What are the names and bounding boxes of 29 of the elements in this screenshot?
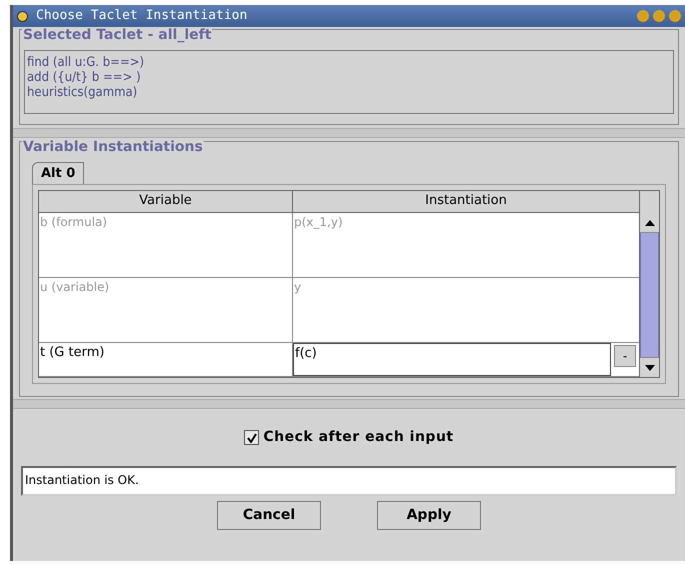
scrollbar[interactable]	[639, 191, 659, 377]
window-menu-icon[interactable]	[17, 10, 28, 22]
status-field: Instantiation is OK.	[21, 466, 677, 496]
input-field[interactable]: f(c)	[293, 343, 611, 376]
close-icon[interactable]	[669, 10, 681, 22]
taclet-text: find (all u:G. b==>) add ({u/t} b ==> ) heuristics(gamma)	[24, 50, 674, 114]
dialog-button[interactable]: Apply	[377, 501, 481, 530]
panel-legend: Variable Instantiations	[22, 140, 204, 154]
dialog-button[interactable]: Cancel	[217, 501, 321, 530]
window-title: Choose Taclet Instantiation	[36, 7, 248, 26]
scroll-up-icon[interactable]	[644, 220, 654, 226]
splitter-handle[interactable]	[13, 128, 685, 138]
table-cell-text: y	[293, 279, 302, 296]
splitter-handle[interactable]	[13, 399, 685, 409]
scroll-down-icon[interactable]	[644, 364, 654, 370]
checkmark-icon	[246, 432, 257, 442]
table-cell: u (variable)	[39, 278, 293, 342]
checkbox[interactable]	[244, 430, 260, 445]
tab[interactable]: Alt 0	[32, 162, 84, 184]
remove-button[interactable]: -	[614, 345, 636, 367]
table-cell-text: p(x_1,y)	[293, 214, 344, 231]
minimize-icon[interactable]	[637, 10, 649, 22]
column-header[interactable]: Variable	[39, 191, 293, 212]
column-header[interactable]: Instantiation	[293, 191, 639, 212]
table-cell: b (formula)	[39, 213, 293, 277]
checkbox-label[interactable]: Check after each input	[263, 427, 454, 448]
maximize-icon[interactable]	[653, 10, 665, 22]
panel-legend: Selected Taclet - all_left	[22, 28, 212, 42]
table-cell: t (G term)	[39, 343, 293, 376]
